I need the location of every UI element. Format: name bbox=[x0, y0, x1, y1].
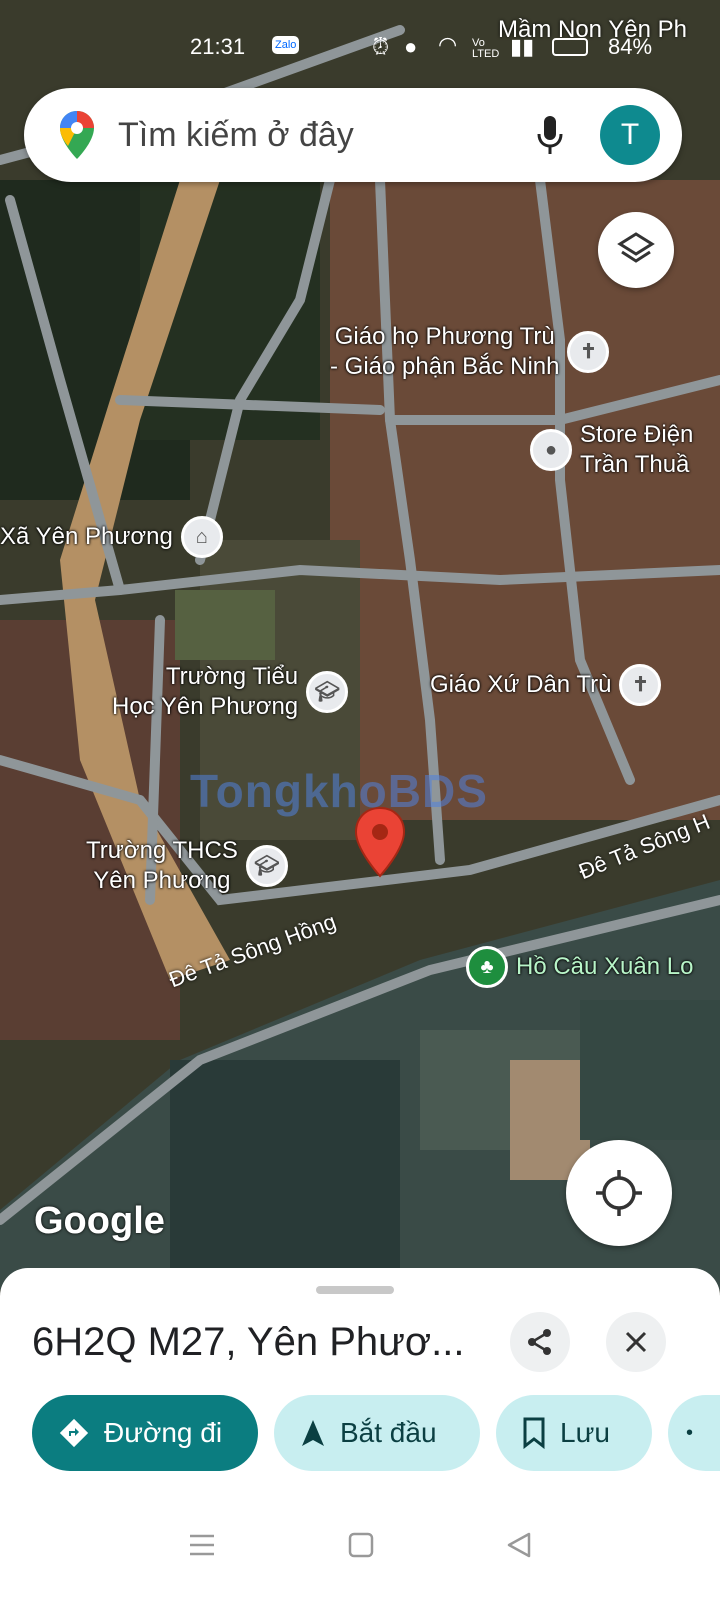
school-icon: 🎓︎ bbox=[245, 845, 288, 887]
wifi-icon: ◠ bbox=[438, 32, 458, 57]
poi-label: Hồ Câu Xuân Lo bbox=[516, 953, 694, 980]
google-logo: Google bbox=[34, 1200, 165, 1242]
battery-icon bbox=[552, 38, 588, 56]
poi-giao-xu-dan-tru[interactable]: Giáo Xứ Dân Trù ✝ bbox=[430, 664, 662, 706]
cross-icon: ✝ bbox=[567, 331, 610, 373]
clock: 21:31 bbox=[190, 34, 246, 59]
poi-label: Xã Yên Phương bbox=[0, 523, 173, 550]
drag-handle[interactable] bbox=[316, 1286, 394, 1294]
search-bar[interactable]: Tìm kiếm ở đây T bbox=[24, 88, 682, 182]
close-button[interactable] bbox=[606, 1312, 666, 1372]
network-label: Vo LTED bbox=[472, 37, 500, 60]
poi-xa-yen-phuong[interactable]: Xã Yên Phương ⌂ bbox=[0, 516, 223, 558]
watermark: TongkhoBDS bbox=[190, 765, 488, 817]
share-icon bbox=[528, 1329, 551, 1355]
map-imagery bbox=[0, 0, 720, 1290]
poi-giao-ho-phuong-tru[interactable]: Giáo họ Phương Trù - Giáo phận Bắc Ninh … bbox=[330, 322, 610, 382]
poi-label: Trường Tiểu Học Yên Phương bbox=[112, 663, 299, 720]
poi-label: Giáo Xứ Dân Trù bbox=[430, 671, 612, 698]
directions-button[interactable]: Đường đi bbox=[32, 1395, 258, 1471]
poi-truong-thcs[interactable]: Trường THCS Yên Phương 🎓︎ bbox=[86, 836, 288, 896]
poi-ho-cau[interactable]: ♣ Hồ Câu Xuân Lo bbox=[466, 946, 693, 988]
layers-icon bbox=[617, 232, 655, 263]
my-location-button[interactable] bbox=[566, 1140, 672, 1246]
back-icon[interactable] bbox=[505, 1531, 533, 1559]
poi-truong-tieu-hoc[interactable]: Trường Tiểu Học Yên Phương 🎓︎ bbox=[112, 662, 349, 722]
home-icon[interactable] bbox=[347, 1531, 375, 1559]
poi-label: Store Điện Trần Thuầ bbox=[580, 421, 694, 478]
pin-icon: ● bbox=[530, 429, 572, 471]
system-nav-bar bbox=[0, 1490, 720, 1599]
microphone-icon[interactable] bbox=[536, 114, 564, 156]
cross-icon: ✝ bbox=[619, 664, 662, 706]
avatar[interactable]: T bbox=[600, 105, 660, 165]
location-icon: ● bbox=[404, 34, 418, 59]
directions-icon bbox=[59, 1418, 89, 1448]
recent-apps-icon[interactable] bbox=[187, 1532, 217, 1558]
more-actions-chip[interactable]: • bbox=[668, 1395, 720, 1471]
layers-button[interactable] bbox=[598, 212, 674, 288]
park-icon: ♣ bbox=[466, 946, 508, 988]
save-button[interactable]: Lưu bbox=[496, 1395, 652, 1471]
place-title: 6H2Q M27, Yên Phươ... bbox=[32, 1320, 465, 1364]
status-bar: 21:31 Zalo ⏰︎ ● ◠ Vo LTED ▮▮ 84% bbox=[0, 28, 720, 68]
more-icon: • bbox=[686, 1421, 694, 1444]
start-label: Bắt đầu bbox=[340, 1417, 437, 1448]
search-input[interactable]: Tìm kiếm ở đây bbox=[118, 116, 536, 155]
directions-label: Đường đi bbox=[104, 1417, 223, 1448]
start-button[interactable]: Bắt đầu bbox=[274, 1395, 480, 1471]
crosshair-icon bbox=[596, 1170, 642, 1216]
maps-pin-logo-icon bbox=[60, 111, 94, 159]
save-label: Lưu bbox=[560, 1417, 610, 1448]
poi-label: Trường THCS Yên Phương bbox=[86, 837, 238, 894]
share-button[interactable] bbox=[510, 1312, 570, 1372]
poi-store-dien[interactable]: ● Store Điện Trần Thuầ bbox=[530, 420, 693, 480]
signal-icon: ▮▮ bbox=[510, 34, 535, 59]
bookmark-icon bbox=[523, 1417, 545, 1449]
location-marker-icon[interactable] bbox=[354, 806, 406, 878]
battery-level: 84% bbox=[608, 34, 653, 59]
navigation-arrow-icon bbox=[302, 1420, 324, 1446]
poi-label: Giáo họ Phương Trù - Giáo phận Bắc Ninh bbox=[330, 323, 560, 380]
satellite-map[interactable]: Mầm Non Yên Ph Giáo họ Phương Trù - Giáo… bbox=[0, 0, 720, 1290]
zalo-icon: Zalo bbox=[272, 36, 300, 54]
government-icon: ⌂ bbox=[180, 516, 223, 558]
close-icon bbox=[625, 1331, 647, 1353]
alarm-icon: ⏰︎ bbox=[372, 34, 390, 59]
school-icon: 🎓︎ bbox=[306, 671, 349, 713]
